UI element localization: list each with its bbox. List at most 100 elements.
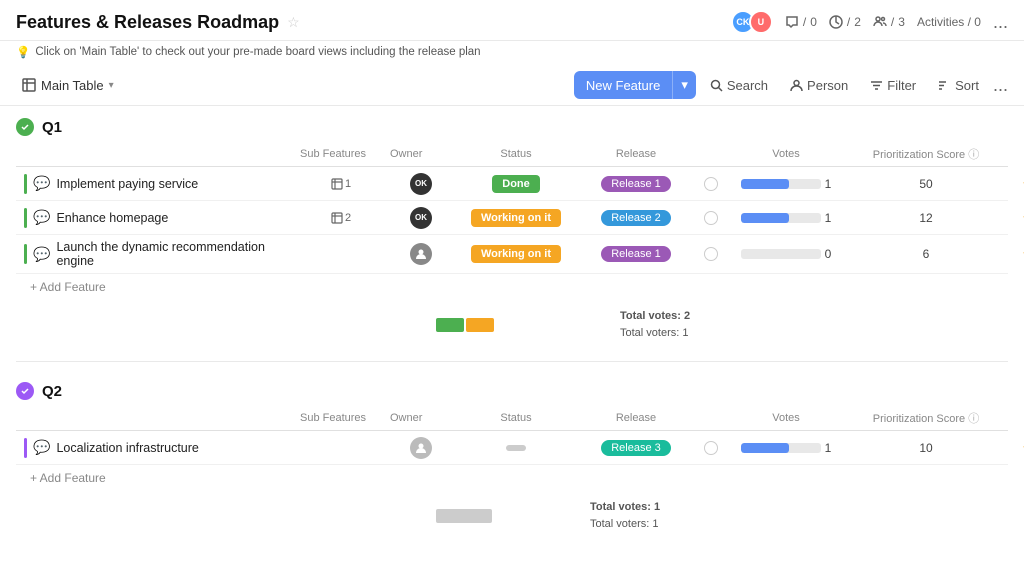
- status-cell[interactable]: Done: [456, 175, 576, 193]
- vote-bar-container: 1: [741, 177, 832, 191]
- bar-group: [436, 318, 494, 332]
- group-icon-q1[interactable]: [16, 118, 34, 136]
- reach-cell: ★ ★ ★ ★ ★: [1006, 441, 1024, 455]
- col-prioritization-score: Prioritization Score ⓘ: [846, 146, 1006, 162]
- reach-cell: ★ ★ ★ ★ ★: [1006, 247, 1024, 261]
- page-title: Features & Releases Roadmap: [16, 12, 279, 33]
- comment-icon[interactable]: 💬: [33, 439, 50, 456]
- comment-icon[interactable]: 💬: [33, 209, 50, 226]
- votes-bar-cell: 1: [726, 211, 846, 225]
- vote-count: 1: [825, 441, 832, 455]
- feature-name-cell: 💬 Implement paying service: [16, 174, 296, 194]
- toolbar-right: New Feature ▾ Search Person Filter Sort …: [574, 71, 1008, 99]
- comments-count[interactable]: / 0: [785, 15, 817, 29]
- avatar-2[interactable]: U: [749, 10, 773, 34]
- vote-bar-fill: [741, 179, 789, 189]
- release-badge[interactable]: Release 2: [601, 210, 671, 226]
- vote-count: 0: [825, 247, 832, 261]
- content-area: Q1 Sub Features Owner Status Release Vot…: [0, 106, 1024, 558]
- vote-summary-q1: Total votes: 2 Total voters: 1: [620, 308, 690, 341]
- topbar-more-button[interactable]: ...: [993, 13, 1008, 31]
- status-badge[interactable]: Working on it: [471, 245, 561, 263]
- top-bar-left: Features & Releases Roadmap ☆: [16, 12, 300, 33]
- sub-features-cell: 2: [296, 212, 386, 224]
- feature-name-cell: 💬 Localization infrastructure: [16, 438, 296, 458]
- hint-icon: 💡: [16, 45, 30, 59]
- add-feature-label-q2: + Add Feature: [30, 471, 106, 485]
- release-cell[interactable]: Release 1: [576, 246, 696, 262]
- release-badge[interactable]: Release 3: [601, 440, 671, 456]
- group-icon-q2[interactable]: [16, 382, 34, 400]
- status-cell[interactable]: Working on it: [456, 209, 576, 227]
- release-cell[interactable]: Release 1: [576, 176, 696, 192]
- comment-icon[interactable]: 💬: [33, 175, 50, 192]
- status-cell[interactable]: Working on it: [456, 245, 576, 263]
- vote-bar-wrap: [741, 443, 821, 453]
- vote-circle[interactable]: [704, 211, 718, 225]
- owner-cell: OK: [386, 207, 456, 229]
- star-icon[interactable]: ☆: [287, 14, 300, 31]
- vote-icon-cell: [696, 441, 726, 455]
- color-bar: [24, 174, 27, 194]
- vote-bar-container: 1: [741, 211, 832, 225]
- vote-circle[interactable]: [704, 177, 718, 191]
- vote-bar-wrap: [741, 249, 821, 259]
- table-header-q1: Sub Features Owner Status Release Votes …: [16, 142, 1008, 167]
- release-cell[interactable]: Release 2: [576, 210, 696, 226]
- release-badge[interactable]: Release 1: [601, 176, 671, 192]
- person-button[interactable]: Person: [782, 73, 856, 98]
- top-bar-right: CK U / 0 / 2 / 3 Activities / 0 ...: [731, 10, 1008, 34]
- votes-bar-cell: 1: [726, 441, 846, 455]
- filter-button[interactable]: Filter: [862, 73, 924, 98]
- summary-bar-q2-gray: [436, 509, 492, 523]
- add-feature-q1[interactable]: + Add Feature: [16, 274, 1008, 300]
- activities[interactable]: Activities / 0: [917, 15, 981, 29]
- score-info-icon-q2[interactable]: ⓘ: [968, 413, 979, 425]
- owner-avatar[interactable]: OK: [410, 207, 432, 229]
- new-feature-button[interactable]: New Feature ▾: [574, 71, 696, 99]
- score-info-icon[interactable]: ⓘ: [968, 149, 979, 161]
- sort-button[interactable]: Sort: [930, 73, 987, 98]
- toolbar-more-button[interactable]: ...: [993, 76, 1008, 94]
- hint-text: Click on 'Main Table' to check out your …: [35, 46, 480, 58]
- release-cell[interactable]: Release 3: [576, 440, 696, 456]
- status-badge[interactable]: Working on it: [471, 209, 561, 227]
- summary-bar-done: [436, 318, 464, 332]
- main-table-button[interactable]: Main Table ▾: [16, 74, 120, 97]
- col-status: Status: [456, 148, 576, 160]
- vote-icon-cell: [696, 247, 726, 261]
- sub-count[interactable]: 1: [331, 178, 351, 190]
- search-button[interactable]: Search: [702, 73, 776, 98]
- new-feature-arrow[interactable]: ▾: [672, 71, 696, 99]
- score-cell: 10: [846, 441, 1006, 455]
- summary-bar-working: [466, 318, 494, 332]
- status-badge[interactable]: [506, 445, 526, 451]
- top-bar: Features & Releases Roadmap ☆ CK U / 0 /…: [0, 0, 1024, 41]
- feature-name: Enhance homepage: [56, 211, 168, 225]
- app-container: Features & Releases Roadmap ☆ CK U / 0 /…: [0, 0, 1024, 558]
- reach-cell: ★ ★ ★ ★ ★: [1006, 177, 1024, 191]
- sub-count[interactable]: 2: [331, 212, 351, 224]
- reach-cell: ★ ★ ★ ★ ★: [1006, 211, 1024, 225]
- owner-avatar[interactable]: [410, 437, 432, 459]
- release-badge[interactable]: Release 1: [601, 246, 671, 262]
- owner-avatar[interactable]: OK: [410, 173, 432, 195]
- group-title-q2: Q2: [42, 383, 62, 400]
- vote-circle[interactable]: [704, 441, 718, 455]
- status-cell[interactable]: [456, 445, 576, 451]
- table-row: 💬 Localization infrastructure Release 3: [16, 431, 1008, 465]
- group-header-q1: Q1: [16, 106, 1008, 142]
- updates-count[interactable]: / 2: [829, 15, 861, 29]
- group-title-q1: Q1: [42, 119, 62, 136]
- members-count[interactable]: / 3: [873, 15, 905, 29]
- status-badge[interactable]: Done: [492, 175, 540, 193]
- col-sub-features: Sub Features: [296, 148, 386, 160]
- vote-circle[interactable]: [704, 247, 718, 261]
- owner-avatar[interactable]: [410, 243, 432, 265]
- sub-features-cell: 1: [296, 178, 386, 190]
- color-bar: [24, 244, 27, 264]
- add-feature-q2[interactable]: + Add Feature: [16, 465, 1008, 491]
- vote-count: 1: [825, 211, 832, 225]
- comment-icon[interactable]: 💬: [33, 246, 50, 263]
- avatar-group: CK U: [731, 10, 773, 34]
